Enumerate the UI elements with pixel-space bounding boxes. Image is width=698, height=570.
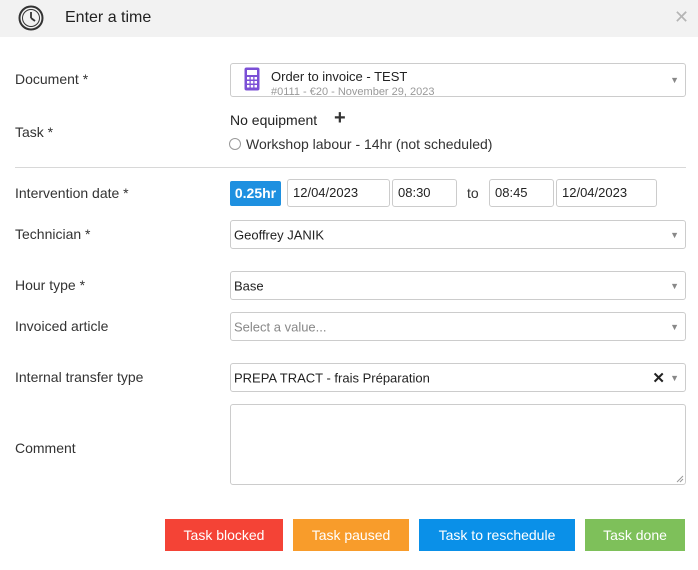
task-blocked-button[interactable]: Task blocked xyxy=(165,519,283,551)
invoiced-article-placeholder: Select a value... xyxy=(234,319,327,334)
clear-icon[interactable]: ✕ xyxy=(652,369,665,387)
invoiced-article-select[interactable]: Select a value... ▼ xyxy=(230,312,686,341)
clock-icon xyxy=(18,5,44,31)
technician-label: Technician * xyxy=(15,226,91,242)
dialog-title: Enter a time xyxy=(65,9,152,26)
internal-transfer-label: Internal transfer type xyxy=(15,369,144,385)
task-done-button[interactable]: Task done xyxy=(585,519,685,551)
section-divider xyxy=(15,167,686,168)
dialog-header: Enter a time ✕ xyxy=(0,0,698,37)
hour-type-value: Base xyxy=(234,278,264,293)
document-subtitle: #0111 - €20 - November 29, 2023 xyxy=(271,86,435,98)
start-date-input[interactable]: 12/04/2023 xyxy=(287,179,390,207)
invoiced-article-label: Invoiced article xyxy=(15,318,109,334)
end-time-input[interactable]: 08:45 xyxy=(489,179,554,207)
intervention-date-label: Intervention date * xyxy=(15,185,129,201)
technician-select[interactable]: Geoffrey JANIK ▼ xyxy=(230,220,686,249)
hour-type-select[interactable]: Base ▼ xyxy=(230,271,686,300)
document-label: Document * xyxy=(15,71,89,87)
document-title: Order to invoice - TEST xyxy=(271,69,408,84)
equipment-text: No equipment xyxy=(230,112,318,128)
to-label: to xyxy=(467,185,479,201)
duration-badge: 0.25hr xyxy=(230,181,281,206)
internal-transfer-value: PREPA TRACT - frais Préparation xyxy=(234,370,430,385)
end-date-input[interactable]: 12/04/2023 xyxy=(556,179,657,207)
hour-type-label: Hour type * xyxy=(15,277,86,293)
internal-transfer-select[interactable]: PREPA TRACT - frais Préparation ✕ ▼ xyxy=(230,363,686,392)
resize-handle-icon[interactable] xyxy=(676,475,684,483)
task-reschedule-button[interactable]: Task to reschedule xyxy=(419,519,575,551)
plus-icon[interactable]: + xyxy=(334,108,346,128)
document-select[interactable]: Order to invoice - TEST #0111 - €20 - No… xyxy=(230,63,686,98)
task-label: Task * xyxy=(15,124,54,140)
start-time-input[interactable]: 08:30 xyxy=(392,179,457,207)
chevron-down-icon[interactable]: ▼ xyxy=(670,230,679,240)
chevron-down-icon[interactable]: ▼ xyxy=(670,281,679,291)
chevron-down-icon[interactable]: ▼ xyxy=(670,373,679,383)
task-option-workshop[interactable]: Workshop labour - 14hr (not scheduled) xyxy=(229,136,492,152)
technician-value: Geoffrey JANIK xyxy=(234,227,325,242)
chevron-down-icon[interactable]: ▼ xyxy=(670,322,679,332)
radio-icon[interactable] xyxy=(229,138,241,150)
comment-label: Comment xyxy=(15,440,76,456)
task-paused-button[interactable]: Task paused xyxy=(293,519,409,551)
calculator-icon xyxy=(244,67,260,91)
task-option-label: Workshop labour - 14hr (not scheduled) xyxy=(246,136,493,152)
comment-textarea[interactable] xyxy=(230,404,686,485)
chevron-down-icon[interactable]: ▼ xyxy=(670,75,679,85)
close-icon[interactable]: ✕ xyxy=(674,8,689,26)
